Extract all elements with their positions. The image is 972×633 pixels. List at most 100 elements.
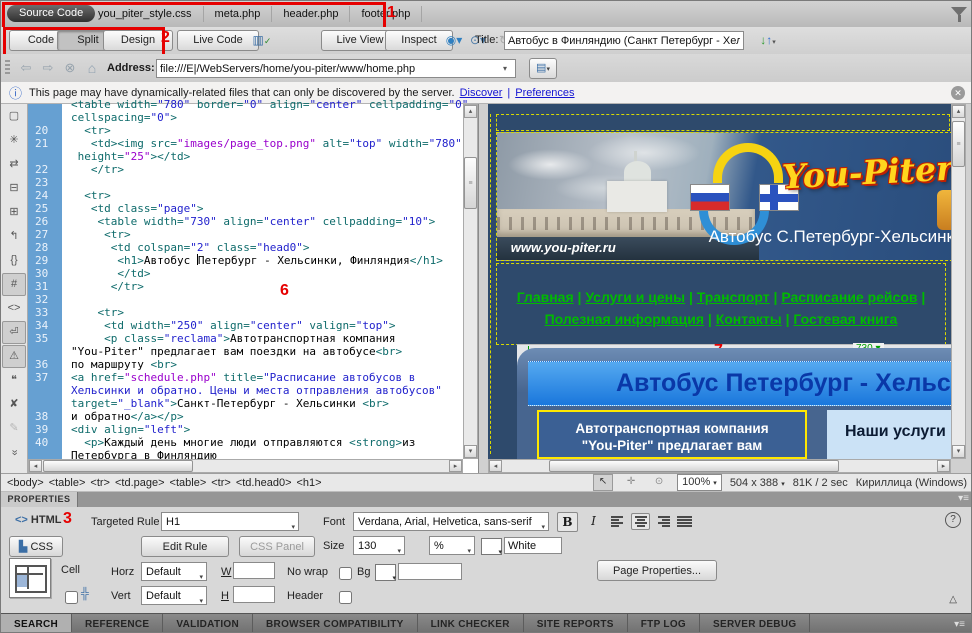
design-scroll-right-icon[interactable]: ▸ <box>937 460 950 472</box>
results-tab-site-reports[interactable]: SITE REPORTS <box>524 614 628 633</box>
line-numbers-icon[interactable]: # <box>2 273 26 296</box>
tag-selector-item[interactable]: <table> <box>170 477 207 489</box>
nav-link[interactable]: Контакты <box>716 311 782 327</box>
nav-link[interactable]: Гостевая книга <box>793 311 897 327</box>
zoom-level-select[interactable]: 100% ▾ <box>677 474 722 491</box>
tag-selector-item[interactable]: <tr> <box>211 477 231 489</box>
bg-color-swatch[interactable]: ▾ <box>375 564 396 581</box>
css-mode-button[interactable]: ▙ CSS <box>9 536 63 557</box>
stop-icon[interactable]: ⊗ <box>61 59 79 77</box>
results-panel-menu-icon[interactable]: ▾≡ <box>954 614 972 633</box>
title-input[interactable] <box>504 31 744 50</box>
cell-height-input[interactable] <box>233 586 275 603</box>
syntax-error-alerts-icon[interactable]: ⚠ <box>2 345 26 368</box>
apply-comment-icon[interactable]: ❝ <box>2 369 26 392</box>
live-code-button[interactable]: Live Code <box>177 30 259 51</box>
design-vertical-scrollbar[interactable]: ▴ ≡ ▾ <box>951 104 966 459</box>
align-left-icon[interactable] <box>609 513 628 530</box>
design-hscroll-thumb[interactable] <box>549 460 839 472</box>
collapse-full-tag-icon[interactable]: ⇄ <box>2 153 26 176</box>
results-tab-browser-compatibility[interactable]: BROWSER COMPATIBILITY <box>253 614 418 633</box>
design-scroll-left-icon[interactable]: ◂ <box>489 460 502 472</box>
discover-link[interactable]: Discover <box>460 87 503 99</box>
bold-button[interactable]: B <box>557 512 578 532</box>
promo-cell[interactable]: Автотранспортная компания "You-Piter" пр… <box>537 410 807 459</box>
help-icon[interactable]: ? <box>945 512 961 528</box>
italic-button[interactable]: I <box>583 512 604 532</box>
tag-selector-item[interactable]: <h1> <box>297 477 322 489</box>
results-tab-reference[interactable]: REFERENCE <box>72 614 163 633</box>
results-tab-validation[interactable]: VALIDATION <box>163 614 253 633</box>
edit-rule-button[interactable]: Edit Rule <box>141 536 229 557</box>
targeted-rule-select[interactable]: H1▾ <box>161 512 299 531</box>
word-wrap-icon[interactable]: ⏎ <box>2 321 26 344</box>
home-icon[interactable]: ⌂ <box>83 59 101 77</box>
nav-link[interactable]: Главная <box>517 289 574 305</box>
results-tab-search[interactable]: SEARCH <box>1 614 72 633</box>
nav-link[interactable]: Полезная информация <box>545 311 704 327</box>
split-cell-icon[interactable]: ╬ <box>81 588 89 600</box>
close-info-bar-icon[interactable]: ✕ <box>951 86 965 100</box>
tag-selector-item[interactable]: <td.head0> <box>236 477 292 489</box>
toolbar-grip[interactable] <box>5 60 10 76</box>
code-horizontal-scrollbar[interactable]: ◂ ▸ <box>28 459 463 473</box>
balance-braces-icon[interactable]: {} <box>2 249 26 272</box>
header-checkbox[interactable] <box>339 591 352 604</box>
design-scroll-down-icon[interactable]: ▾ <box>952 445 965 458</box>
results-tab-link-checker[interactable]: LINK CHECKER <box>418 614 524 633</box>
more-icon[interactable]: » <box>3 441 26 465</box>
remove-comment-icon[interactable]: ✘ <box>2 393 26 416</box>
design-scroll-thumb[interactable]: ≡ <box>952 121 965 167</box>
forward-icon[interactable]: ⇨ <box>39 59 57 77</box>
preferences-link[interactable]: Preferences <box>515 87 574 99</box>
tag-selector-item[interactable]: <table> <box>49 477 86 489</box>
view-options-icon[interactable]: ▤▾ <box>529 58 557 79</box>
format-source-code-icon[interactable]: ✎ <box>2 417 26 440</box>
horz-align-select[interactable]: Default▾ <box>141 562 207 581</box>
code-navigator-icon[interactable]: ✳ <box>2 129 26 152</box>
code-scroll-thumb[interactable]: ≡ <box>464 157 477 209</box>
text-color-input[interactable] <box>504 537 562 554</box>
vert-align-select[interactable]: Default▾ <box>141 586 207 605</box>
address-input[interactable] <box>156 59 516 78</box>
text-color-swatch[interactable]: ▾ <box>481 538 502 555</box>
select-parent-tag-icon[interactable]: ↰ <box>2 225 26 248</box>
align-right-icon[interactable] <box>653 513 672 530</box>
open-documents-icon[interactable]: ▢ <box>2 105 26 128</box>
collapse-panel-icon[interactable]: △ <box>949 594 957 605</box>
tag-selector-item[interactable]: <td.page> <box>115 477 165 489</box>
code-hscroll-thumb[interactable] <box>43 460 193 472</box>
panel-menu-icon[interactable]: ▾≡ <box>958 493 969 504</box>
services-cell[interactable]: Наши услуги <box>827 410 951 459</box>
font-select[interactable]: Verdana, Arial, Helvetica, sans-serif▾ <box>353 512 549 531</box>
hand-tool-icon[interactable]: ✛ <box>621 474 641 491</box>
preview-in-browser-icon[interactable]: ◉▾ <box>441 30 467 51</box>
size-unit-select[interactable]: %▾ <box>429 536 475 555</box>
back-icon[interactable]: ⇦ <box>17 59 35 77</box>
window-size-select[interactable]: 504 x 388 ▾ <box>730 477 785 489</box>
design-horizontal-scrollbar[interactable]: ◂ ▸ <box>488 459 951 473</box>
design-canvas[interactable]: You-Piter Автобус С.Петербург-Хельсинки … <box>488 104 951 459</box>
size-select[interactable]: 130▾ <box>353 536 405 555</box>
highlight-invalid-code-icon[interactable]: <> <box>2 297 26 320</box>
address-dropdown-icon[interactable]: ▾ <box>503 64 507 73</box>
design-scroll-up-icon[interactable]: ▴ <box>952 105 965 118</box>
css-panel-button[interactable]: CSS Panel <box>239 536 315 557</box>
expand-all-icon[interactable]: ⊞ <box>2 201 26 224</box>
nav-link[interactable]: Услуги и цены <box>585 289 685 305</box>
scroll-up-icon[interactable]: ▴ <box>464 105 477 118</box>
nav-link[interactable]: Расписание рейсов <box>781 289 917 305</box>
merge-cells-checkbox[interactable] <box>65 591 78 604</box>
scroll-right-icon[interactable]: ▸ <box>449 460 462 472</box>
align-center-icon[interactable] <box>631 513 650 530</box>
justify-icon[interactable] <box>675 513 694 530</box>
results-tab-server-debug[interactable]: SERVER DEBUG <box>700 614 810 633</box>
zoom-tool-icon[interactable]: ⊙ <box>649 474 669 491</box>
code-vertical-scrollbar[interactable]: ▴ ≡ ▾ <box>463 104 478 459</box>
no-wrap-checkbox[interactable] <box>339 567 352 580</box>
collapse-selection-icon[interactable]: ⊟ <box>2 177 26 200</box>
results-tab-ftp-log[interactable]: FTP LOG <box>628 614 700 633</box>
nav-link[interactable]: Транспорт <box>697 289 770 305</box>
scroll-left-icon[interactable]: ◂ <box>29 460 42 472</box>
bg-color-input[interactable] <box>398 563 462 580</box>
